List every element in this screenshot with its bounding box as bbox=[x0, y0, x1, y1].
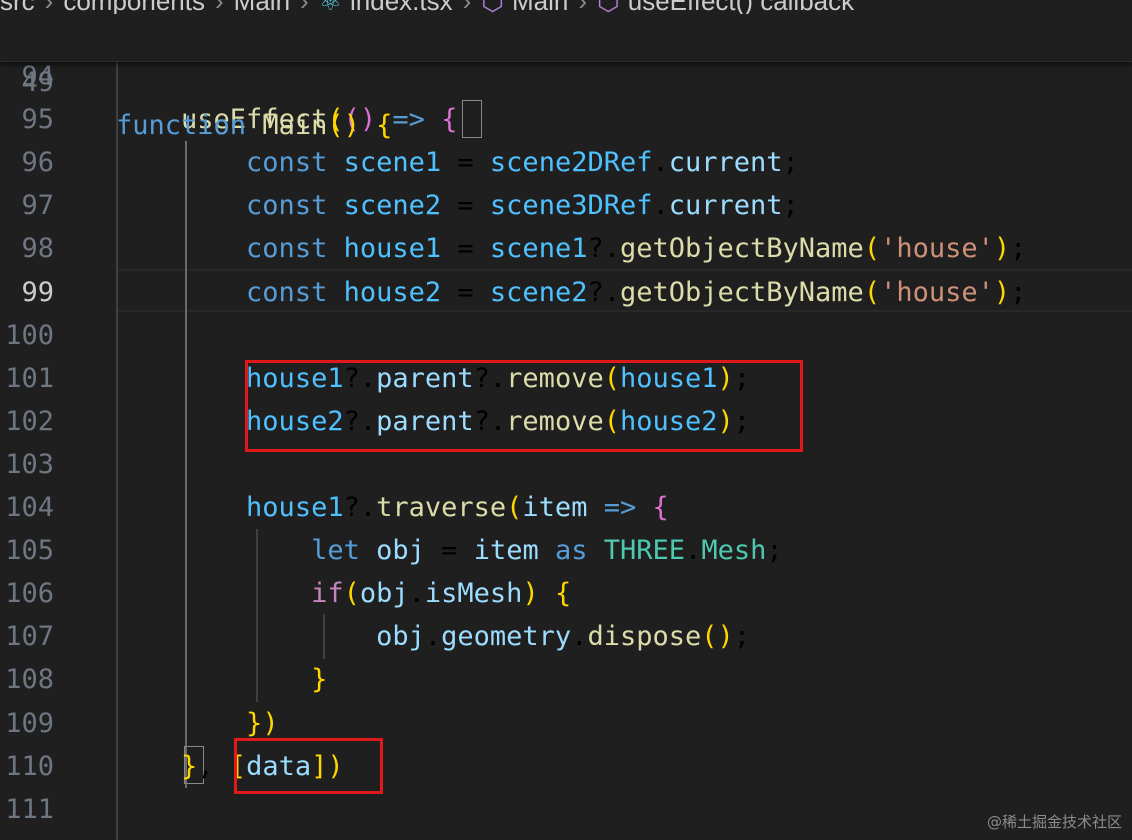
line-number: 111 bbox=[5, 793, 54, 825]
breadcrumb-separator-icon: › bbox=[45, 0, 54, 14]
symbol-method-icon: ⬡ bbox=[597, 0, 620, 14]
code-text: let obj = item as THREE.Mesh; bbox=[311, 535, 783, 567]
breadcrumb-separator-icon: › bbox=[578, 0, 587, 14]
code-text: } bbox=[311, 664, 328, 696]
code-text: function Main() { bbox=[116, 110, 393, 141]
line-number: 102 bbox=[5, 405, 54, 437]
breadcrumb-item[interactable]: index.tsx bbox=[350, 0, 453, 14]
line-number: 109 bbox=[5, 707, 54, 739]
line-number: 97 bbox=[21, 190, 54, 222]
code-text: const house1 = scene1?.getObjectByName('… bbox=[246, 233, 1027, 265]
line-number: 99 bbox=[21, 276, 54, 308]
breadcrumb: src › components › Main › ⚛ index.tsx › ⬡ Main › ⬡ us… bbox=[0, 0, 1132, 14]
code-text: const house2 = scene2?.getObjectByName('… bbox=[246, 276, 1027, 308]
breadcrumb-item[interactable]: components bbox=[63, 0, 205, 14]
line-number: 106 bbox=[5, 578, 54, 610]
code-line[interactable]: 97 const scene2 = scene3DRef.current; bbox=[0, 184, 1132, 227]
code-line[interactable]: 100 bbox=[0, 314, 1132, 357]
line-number: 103 bbox=[5, 448, 54, 480]
highlight-box-remove-calls bbox=[245, 360, 803, 452]
symbol-method-icon: ⬡ bbox=[481, 0, 504, 14]
code-text: house1?.traverse(item => { bbox=[246, 492, 669, 523]
breadcrumb-item[interactable]: useEffect() callback bbox=[628, 0, 854, 14]
breadcrumb-separator-icon: › bbox=[300, 0, 309, 14]
line-number: 98 bbox=[21, 233, 54, 265]
code-text: if(obj.isMesh) { bbox=[311, 578, 572, 610]
code-line[interactable]: 108 } bbox=[0, 658, 1132, 701]
line-number: 110 bbox=[5, 750, 54, 782]
line-number: 100 bbox=[5, 319, 54, 351]
code-line[interactable]: 110 }, [data]) bbox=[0, 745, 1132, 788]
code-line[interactable]: 104 house1?.traverse(item => { bbox=[0, 486, 1132, 529]
code-text: const scene1 = scene2DRef.current; bbox=[246, 147, 799, 179]
code-text: obj.geometry.dispose(); bbox=[376, 621, 751, 653]
code-line[interactable]: 106 if(obj.isMesh) { bbox=[0, 572, 1132, 615]
breadcrumb-item[interactable]: src bbox=[0, 0, 35, 14]
code-line[interactable]: 96 const scene1 = scene2DRef.current; bbox=[0, 141, 1132, 184]
line-number: 105 bbox=[5, 535, 54, 567]
line-number: 101 bbox=[5, 362, 54, 394]
code-line[interactable]: 98 const house1 = scene1?.getObjectByNam… bbox=[0, 227, 1132, 270]
breadcrumb-separator-icon: › bbox=[463, 0, 472, 14]
highlight-box-dependency-array bbox=[234, 738, 383, 794]
sticky-scroll-line[interactable]: 49 function Main() { bbox=[0, 18, 1132, 141]
watermark: @稀土掘金技术社区 bbox=[986, 813, 1122, 831]
line-number: 108 bbox=[5, 664, 54, 696]
breadcrumb-item[interactable]: Main bbox=[234, 0, 290, 14]
react-icon: ⚛ bbox=[319, 0, 342, 14]
code-line[interactable]: 109 }) bbox=[0, 702, 1132, 745]
code-line[interactable]: 107 obj.geometry.dispose(); bbox=[0, 615, 1132, 658]
breadcrumb-separator-icon: › bbox=[215, 0, 224, 14]
code-line[interactable]: 105 let obj = item as THREE.Mesh; bbox=[0, 529, 1132, 572]
code-text: const scene2 = scene3DRef.current; bbox=[246, 190, 799, 222]
code-line[interactable]: 99 const house2 = scene2?.getObjectByNam… bbox=[0, 271, 1132, 314]
breadcrumb-item[interactable]: Main bbox=[512, 0, 568, 14]
line-number: 104 bbox=[5, 492, 54, 523]
line-number: 107 bbox=[5, 621, 54, 653]
code-line[interactable]: 111 bbox=[0, 788, 1132, 831]
line-number: 49 bbox=[21, 67, 54, 98]
